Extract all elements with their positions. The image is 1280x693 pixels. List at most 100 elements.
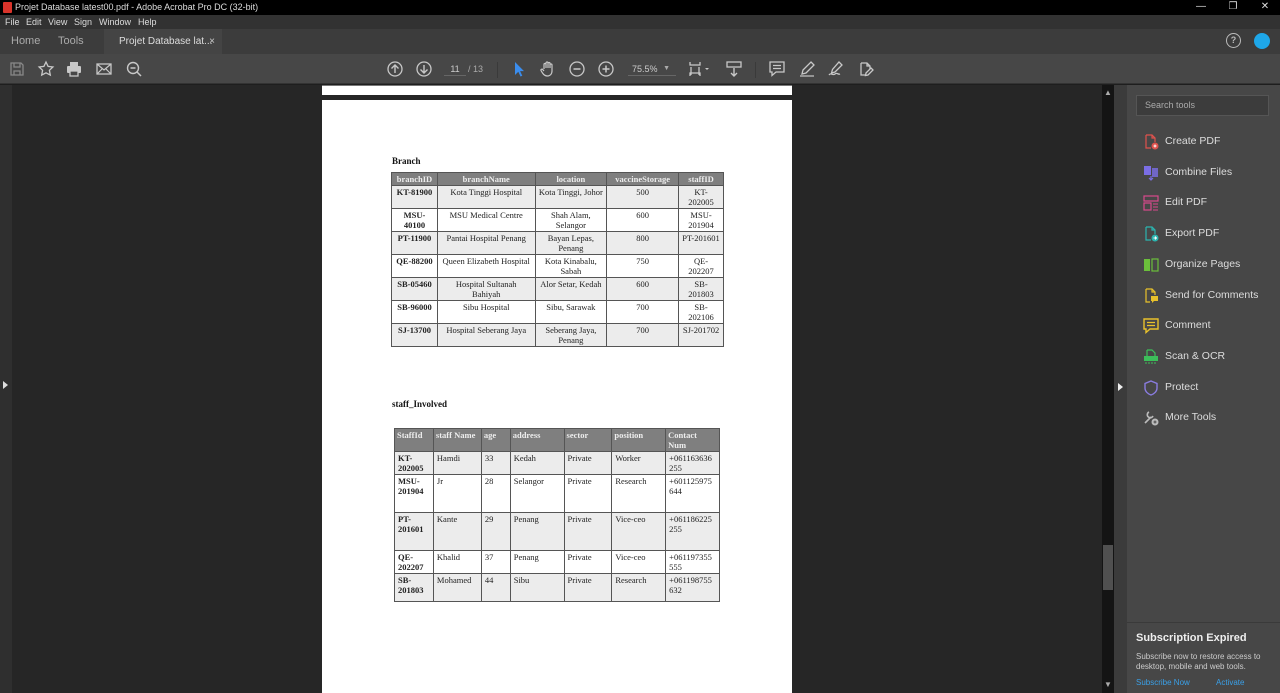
table-cell: +061186225255 [665,512,720,551]
table-cell: +061197355555 [665,550,720,574]
tool-combine-files[interactable]: Combine Files [1143,163,1273,183]
tool-label: Export PDF [1165,227,1220,240]
vertical-scrollbar[interactable]: ▲ ▼ [1102,85,1114,693]
table-cell: Research [611,474,667,513]
sign-icon[interactable] [827,60,845,78]
column-header: Contact Num [665,428,720,452]
tool-comment[interactable]: Comment [1143,316,1273,336]
menu-help[interactable]: Help [138,15,157,29]
collapse-right-panel-icon [1118,383,1123,391]
table-cell: QE-202207 [678,254,724,278]
combine-files-icon [1143,165,1159,181]
document-tab-label: Projet Database lat... [119,36,213,47]
tool-edit-pdf[interactable]: Edit PDF [1143,193,1273,213]
close-tab-icon[interactable]: × [209,29,215,54]
tool-organize-pages[interactable]: Organize Pages [1143,255,1273,275]
table-cell: +061163636255 [665,451,720,475]
user-avatar[interactable] [1254,33,1270,49]
title-bar: Projet Database latest00.pdf - Adobe Acr… [0,0,1280,15]
tool-scan-ocr[interactable]: Scan & OCR [1143,347,1273,367]
toolbar-divider [497,62,498,78]
select-cursor-icon[interactable] [510,60,528,78]
print-icon[interactable] [65,60,83,78]
page-fit-icon[interactable] [688,60,712,78]
tab-document[interactable]: Projet Database lat... × [104,29,222,54]
table-cell: SB-201803 [678,277,724,301]
zoom-level-select[interactable]: 75.5% ▼ [628,62,676,76]
subscribe-now-link[interactable]: Subscribe Now [1136,678,1190,687]
column-header: sector [563,428,613,452]
right-panel-toggle[interactable] [1114,85,1127,693]
tab-tools[interactable]: Tools [58,29,84,54]
menu-window[interactable]: Window [99,15,131,29]
table-cell: Worker [611,451,667,475]
tool-protect[interactable]: Protect [1143,378,1273,398]
subscription-text: Subscribe now to restore access to deskt… [1136,652,1261,671]
staff-table: StaffId staff Name age address sector po… [394,428,720,602]
table-cell: Kota Tinggi Hospital [436,185,536,209]
table-cell: Jr [432,474,482,513]
table-row: SJ-13700 Hospital Seberang Jaya Seberang J… [391,323,724,347]
next-page-icon[interactable] [415,60,433,78]
document-viewer[interactable]: Branch branchID branchName location vacc… [12,85,1102,693]
left-panel-toggle[interactable] [0,85,12,693]
tool-send-for-comments[interactable]: Send for Comments [1143,286,1273,306]
table-cell: Vice-ceo [611,512,667,551]
scrollbar-thumb[interactable] [1103,545,1113,590]
hand-tool-icon[interactable] [539,60,557,78]
zoom-in-icon[interactable] [597,60,615,78]
menu-view[interactable]: View [48,15,67,29]
zoom-out-icon[interactable] [568,60,586,78]
menu-sign[interactable]: Sign [74,15,92,29]
scroll-mode-icon[interactable] [725,60,743,78]
organize-pages-icon [1143,257,1159,273]
page-number-input[interactable]: 11 [444,62,466,76]
column-header: branchID [391,172,438,186]
menu-edit[interactable]: Edit [26,15,42,29]
table-cell: 37 [480,550,511,574]
tool-export-pdf[interactable]: Export PDF [1143,224,1273,244]
table-cell: Private [563,512,613,551]
tools-pane: Search tools Create PDF Combine Files Edit… [1127,85,1280,693]
activate-link[interactable]: Activate [1216,678,1244,687]
add-comment-icon[interactable] [768,60,786,78]
table-row: PT-201601 Kante 29 Penang Private Vice-ceo +06… [394,512,720,551]
table-cell: Alor Setar, Kedah [534,277,608,301]
bookmark-star-icon[interactable] [37,60,55,78]
table-cell: SJ-13700 [391,323,438,347]
table-cell: Research [611,573,667,602]
staff-table-header: StaffId staff Name age address sector po… [394,428,720,452]
help-icon[interactable]: ? [1226,33,1241,48]
tool-create-pdf[interactable]: Create PDF [1143,132,1273,152]
tool-label: Protect [1165,380,1199,393]
table-cell: PT-201601 [678,231,724,255]
email-icon[interactable] [95,60,113,78]
minimize-button[interactable]: — [1186,0,1216,15]
menu-file[interactable]: File [5,15,20,29]
edit-pdf-icon [1143,195,1159,211]
expand-left-panel-icon [3,381,8,389]
scroll-up-icon[interactable]: ▲ [1104,88,1112,97]
save-icon[interactable] [8,60,26,78]
tool-more-tools[interactable]: More Tools [1143,408,1273,428]
table-cell: 33 [480,451,511,475]
table-row: MSU-40100 MSU Medical Centre Shah Alam, Se… [391,208,724,232]
scroll-down-icon[interactable]: ▼ [1104,680,1112,689]
tool-label: Scan & OCR [1165,349,1226,362]
restore-button[interactable]: ❐ [1218,0,1248,15]
previous-page-icon[interactable] [386,60,404,78]
table-cell: PT-11900 [391,231,438,255]
close-window-button[interactable]: ✕ [1250,0,1280,15]
table-cell: Vice-ceo [611,550,667,574]
tool-label: Edit PDF [1165,196,1208,209]
table-cell: SB-05460 [391,277,438,301]
table-cell: 44 [480,573,511,602]
table-cell: 700 [606,323,680,347]
search-tools-input[interactable]: Search tools [1136,95,1269,116]
fill-sign-icon[interactable] [857,60,875,78]
table-cell: Bayan Lepas, Penang [534,231,608,255]
highlight-pen-icon[interactable] [798,60,816,78]
tab-home[interactable]: Home [11,29,40,54]
zoom-search-icon[interactable] [125,60,143,78]
acrobat-app-icon [3,2,12,13]
